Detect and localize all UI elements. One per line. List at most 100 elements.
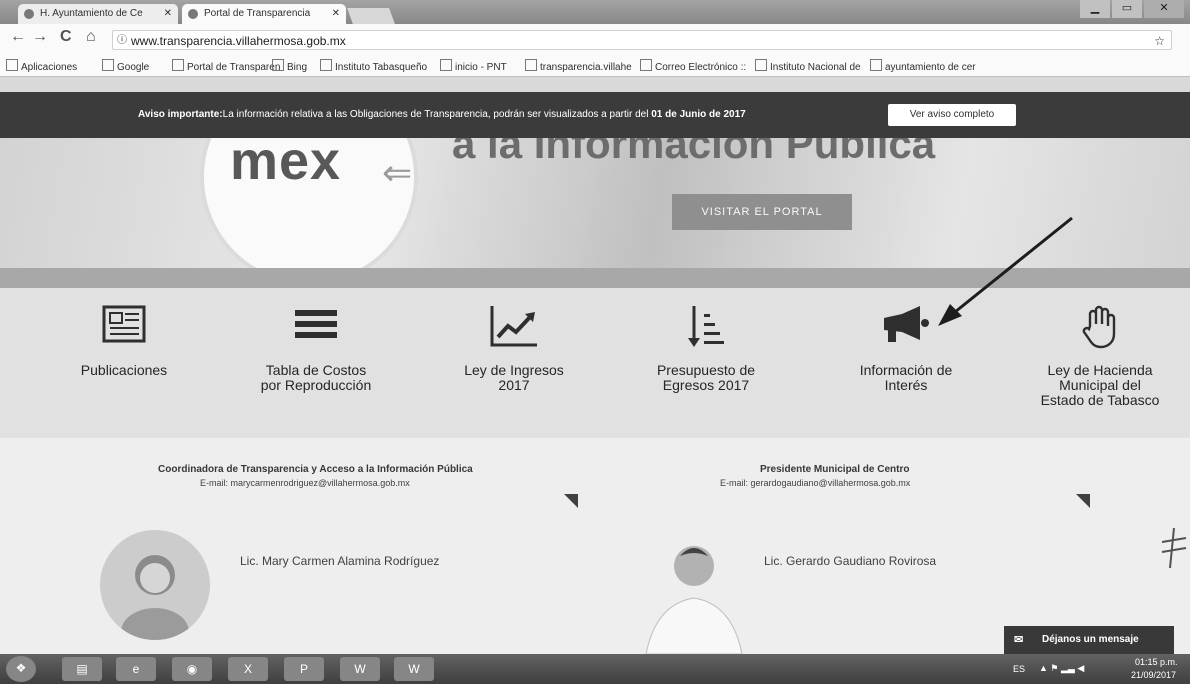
person-photo-icon (121, 555, 189, 640)
link-label: Ley de Hacienda Municipal del Estado de Ta… (1040, 362, 1160, 408)
bookmark-item[interactable]: transparencia.villahe (525, 59, 632, 73)
transparency-icon (525, 59, 537, 71)
clock-date[interactable]: 21/09/2017 (1131, 670, 1176, 680)
taskbar: ❖ ▤ e ◉ X P W W ES ▲ ⚑ ▂▃ ◀ 01:15 p.m. 2… (0, 654, 1190, 684)
clock-time[interactable]: 01:15 p.m. (1135, 657, 1178, 667)
chat-label: Déjanos un mensaje (1042, 634, 1139, 645)
bookmark-label: ayuntamiento de cer (885, 62, 976, 73)
tab-label: H. Ayuntamiento de Ce (40, 8, 143, 19)
bookmark-item[interactable]: Instituto Nacional de (755, 59, 861, 73)
bookmark-label: Aplicaciones (21, 62, 78, 73)
person-photo-icon (645, 546, 743, 654)
info-icon[interactable]: ⓘ (117, 31, 127, 51)
mail-icon: ✉ (1014, 634, 1024, 646)
google-icon (102, 59, 114, 71)
close-tab-icon[interactable]: ✕ (332, 4, 340, 24)
contact-name: Lic. Mary Carmen Alamina Rodríguez (240, 554, 440, 568)
system-tray: ES ▲ ⚑ ▂▃ ◀ 01:15 p.m. 21/09/2017 (1005, 654, 1190, 684)
bookmark-item[interactable]: Portal de Transparen (172, 59, 280, 73)
apps-icon (6, 59, 18, 71)
chat-button[interactable]: ✉ Déjanos un mensaje (1004, 626, 1174, 654)
new-tab-button[interactable] (347, 8, 395, 24)
bookmark-label: Portal de Transparen (187, 62, 281, 73)
visit-portal-button[interactable]: VISITAR EL PORTAL (672, 194, 852, 230)
powerpoint-icon[interactable]: P (284, 657, 324, 681)
link-label: Presupuesto de Egresos 2017 (656, 362, 756, 393)
internet-explorer-icon[interactable]: e (116, 657, 156, 681)
pnt-icon (440, 59, 452, 71)
bookmark-label: Bing (287, 62, 308, 73)
bookmark-label: Instituto Nacional de (770, 62, 861, 73)
flag-icon[interactable]: ▲ ⚑ ▂▃ ◀ (1039, 663, 1084, 674)
url-text: www.transparencia.villahermosa.gob.mx (131, 34, 346, 48)
avatar (636, 530, 746, 654)
page-icon (755, 59, 767, 71)
tab-label: Portal de Transparencia (204, 8, 311, 19)
home-icon[interactable]: ⌂ (86, 28, 96, 46)
bookmark-item[interactable]: inicio - PNT (440, 59, 507, 73)
pen-mark-icon (1161, 527, 1187, 569)
browser-tab-active[interactable]: Portal de Transparencia ✕ (182, 4, 346, 24)
bookmark-label: Correo Electrónico :: (655, 62, 747, 73)
start-button[interactable]: ❖ (6, 656, 36, 682)
file-explorer-icon[interactable]: ▤ (62, 657, 102, 681)
reload-icon[interactable]: C (60, 28, 72, 46)
minimize-icon[interactable]: ▁ (1080, 0, 1110, 18)
hero-logo-text: mex (230, 138, 342, 191)
bookmark-item[interactable]: Correo Electrónico :: (640, 59, 746, 73)
trend-chart-icon (490, 306, 537, 347)
institute-icon (320, 59, 332, 71)
favicon-icon (188, 9, 198, 19)
list-icon (295, 310, 337, 338)
bookmark-star-icon[interactable]: ☆ (1154, 31, 1165, 51)
back-icon[interactable]: ← (10, 28, 26, 46)
hand-icon (1082, 305, 1116, 349)
notice-bar: Aviso importante:La información relativa… (0, 92, 1190, 138)
link-label: Publicaciones (80, 362, 168, 378)
page-icon (172, 59, 184, 71)
contacts-section: Coordinadora de Transparencia y Acceso a… (0, 438, 1190, 654)
annotation-arrow-icon (938, 216, 1073, 326)
bookmark-label: Google (117, 62, 150, 73)
mail-icon (640, 59, 652, 71)
bookmark-item[interactable]: Instituto Tabasqueño (320, 59, 427, 73)
google-icon (870, 59, 882, 71)
close-tab-icon[interactable]: ✕ (164, 4, 172, 24)
bookmark-item[interactable]: Bing (272, 59, 307, 73)
sort-descending-icon (688, 306, 724, 347)
word-icon[interactable]: W (394, 657, 434, 681)
contact-email[interactable]: E-mail: marycarmenrodriguez@villahermosa… (200, 478, 410, 488)
notice-body: La información relativa a las Obligacion… (222, 109, 652, 120)
word-icon[interactable]: W (340, 657, 380, 681)
browser-tab-bar: H. Ayuntamiento de Ce ✕ Portal de Transp… (0, 0, 1190, 24)
contact-email[interactable]: E-mail: gerardogaudiano@villahermosa.gob… (720, 478, 910, 488)
bookmarks-bar: Aplicaciones Google Portal de Transparen… (0, 56, 1190, 77)
view-notice-button[interactable]: Ver aviso completo (888, 104, 1016, 126)
contact-title: Coordinadora de Transparencia y Acceso a… (158, 464, 473, 475)
url-input[interactable]: ⓘ www.transparencia.villahermosa.gob.mx … (112, 30, 1172, 50)
newspaper-icon (102, 305, 146, 343)
chrome-icon[interactable]: ◉ (172, 657, 212, 681)
expand-icon[interactable] (1076, 494, 1090, 508)
excel-icon[interactable]: X (228, 657, 268, 681)
maximize-icon[interactable]: ▭ (1112, 0, 1142, 18)
forward-icon[interactable]: → (32, 28, 48, 46)
expand-icon[interactable] (564, 494, 578, 508)
hero-title: a la Información Pública (452, 138, 936, 167)
avatar (100, 530, 210, 640)
contact-title: Presidente Municipal de Centro (760, 464, 910, 475)
language-indicator[interactable]: ES (1013, 664, 1025, 674)
bing-icon (272, 59, 284, 71)
bookmark-item[interactable]: Aplicaciones (6, 59, 77, 73)
bookmark-item[interactable]: Google (102, 59, 149, 73)
bookmark-item[interactable]: ayuntamiento de cer (870, 59, 976, 73)
contact-name: Lic. Gerardo Gaudiano Rovirosa (764, 554, 937, 568)
notice-text: Aviso importante:La información relativa… (138, 109, 746, 120)
browser-tab[interactable]: H. Ayuntamiento de Ce ✕ (18, 4, 178, 24)
link-label: Ley de Ingresos 2017 (464, 362, 564, 393)
link-label: Tabla de Costos por Reproducción (260, 362, 372, 393)
bookmark-label: inicio - PNT (455, 62, 507, 73)
notice-date: 01 de Junio de 2017 (651, 109, 746, 120)
favicon-icon (24, 9, 34, 19)
close-window-icon[interactable]: ✕ (1144, 0, 1184, 18)
